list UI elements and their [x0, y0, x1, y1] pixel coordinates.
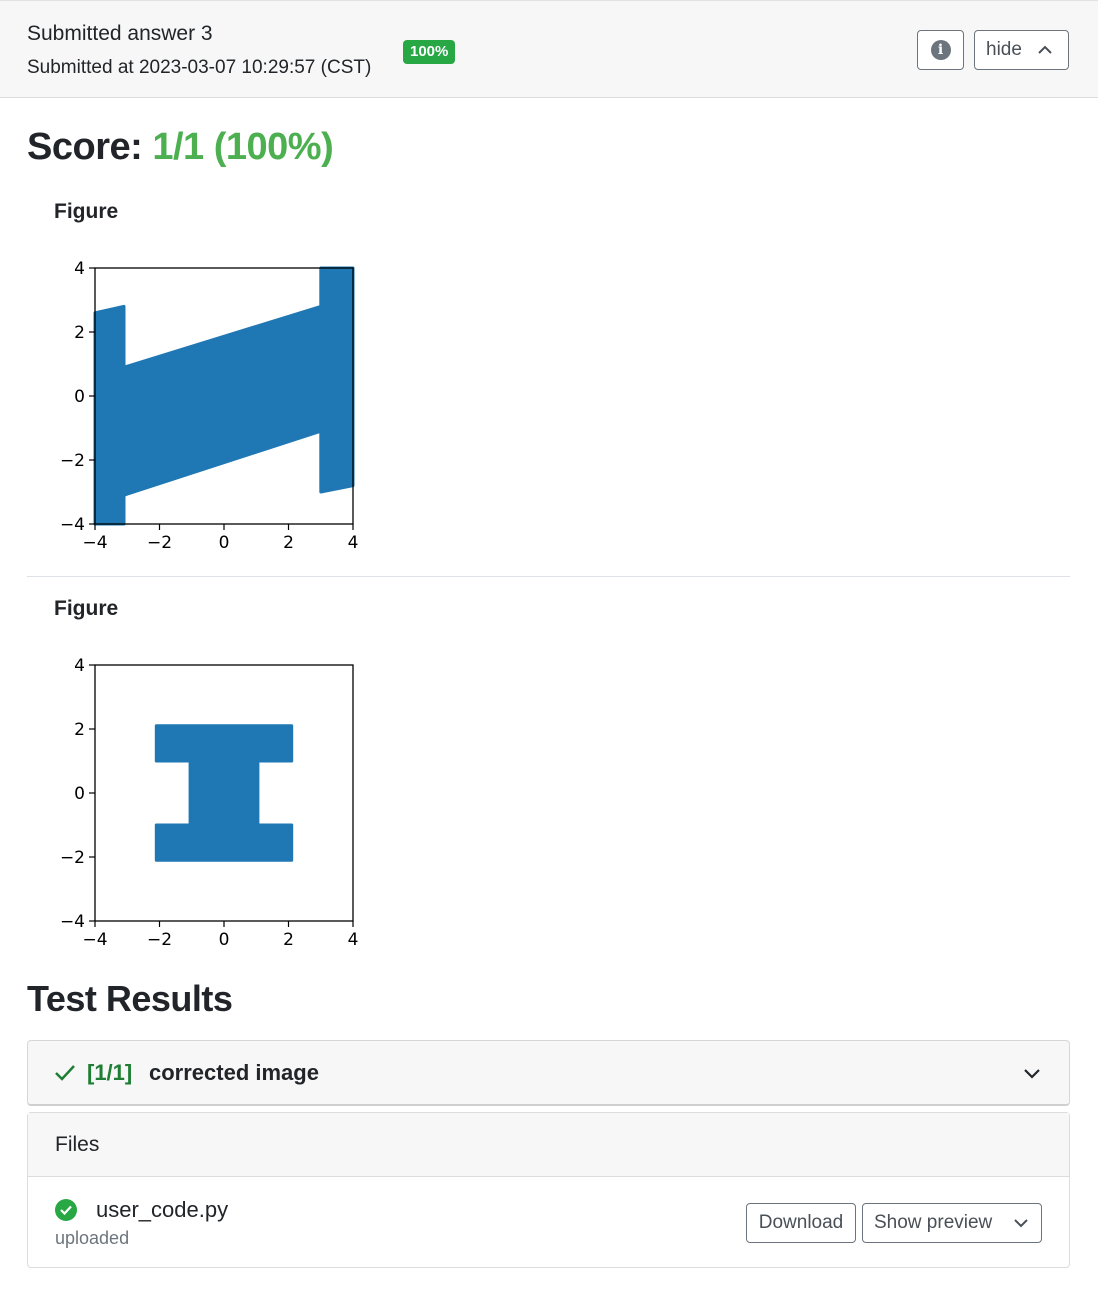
x-tick-label: −2: [147, 533, 172, 552]
hide-label: hide: [986, 39, 1022, 60]
files-header: Files: [28, 1113, 1069, 1177]
x-tick-label: 0: [219, 930, 230, 949]
figure-divider: [27, 576, 1070, 577]
download-button[interactable]: Download: [746, 1203, 856, 1243]
file-name: user_code.py: [96, 1197, 229, 1222]
download-label: Download: [758, 1212, 844, 1233]
chevron-up-icon: [1038, 45, 1052, 54]
x-tick-label: −4: [82, 533, 107, 552]
chevron-down-icon: [1014, 1219, 1028, 1228]
test-name: corrected image: [149, 1060, 319, 1085]
score-heading: Score: 1/1 (100%): [27, 126, 334, 169]
x-tick-label: 4: [348, 533, 359, 552]
x-tick-label: 2: [283, 930, 294, 949]
show-preview-label: Show preview: [874, 1212, 993, 1233]
figure-2-chart: −4 −2 0 2 4 4 2 0 −2 −4: [60, 656, 359, 949]
y-tick-label: −4: [60, 515, 85, 535]
test-result-item[interactable]: [1/1] corrected image: [27, 1040, 1070, 1106]
y-tick-label: −2: [60, 848, 85, 868]
test-score: [1/1]: [87, 1060, 133, 1085]
score-badge: 100%: [403, 40, 456, 64]
figure-1-chart: −4 −2 0 2 4 4 2 0 −2 −4: [60, 259, 359, 552]
scatter-points-series: [154, 724, 294, 862]
chevron-down-icon[interactable]: [1022, 1064, 1042, 1084]
score-label: Score:: [27, 126, 143, 168]
y-tick-label: −4: [60, 912, 85, 932]
check-circle-icon: [55, 1199, 77, 1221]
submission-title: Submitted answer 3: [27, 22, 213, 45]
info-button[interactable]: i: [917, 30, 964, 70]
test-results-heading: Test Results: [27, 978, 233, 1019]
x-tick-label: 2: [283, 533, 294, 552]
files-title: Files: [55, 1133, 100, 1156]
scatter-points-series: [93, 266, 355, 526]
x-tick-label: −2: [147, 930, 172, 949]
check-icon: [55, 1065, 75, 1081]
score-value: 1/1 (100%): [152, 126, 334, 168]
x-tick-label: 0: [219, 533, 230, 552]
y-tick-label: 4: [74, 259, 85, 279]
submission-header: Submitted answer 3 Submitted at 2023-03-…: [0, 0, 1098, 98]
y-tick-label: 0: [74, 784, 85, 804]
figure-2-label: Figure: [54, 597, 119, 620]
files-card: Files user_code.py uploaded Download Sho…: [27, 1112, 1070, 1268]
submission-timestamp: Submitted at 2023-03-07 10:29:57 (CST): [27, 57, 372, 78]
hide-button[interactable]: hide: [974, 30, 1069, 70]
y-tick-label: 2: [74, 323, 85, 343]
y-tick-label: −2: [60, 451, 85, 471]
y-tick-label: 4: [74, 656, 85, 676]
x-tick-label: −4: [82, 930, 107, 949]
show-preview-button[interactable]: Show preview: [862, 1203, 1042, 1243]
file-status: uploaded: [55, 1228, 130, 1248]
x-tick-label: 4: [348, 930, 359, 949]
info-icon: i: [930, 40, 951, 60]
y-tick-label: 0: [74, 387, 85, 407]
figure-1-label: Figure: [54, 200, 119, 223]
y-tick-label: 2: [74, 720, 85, 740]
